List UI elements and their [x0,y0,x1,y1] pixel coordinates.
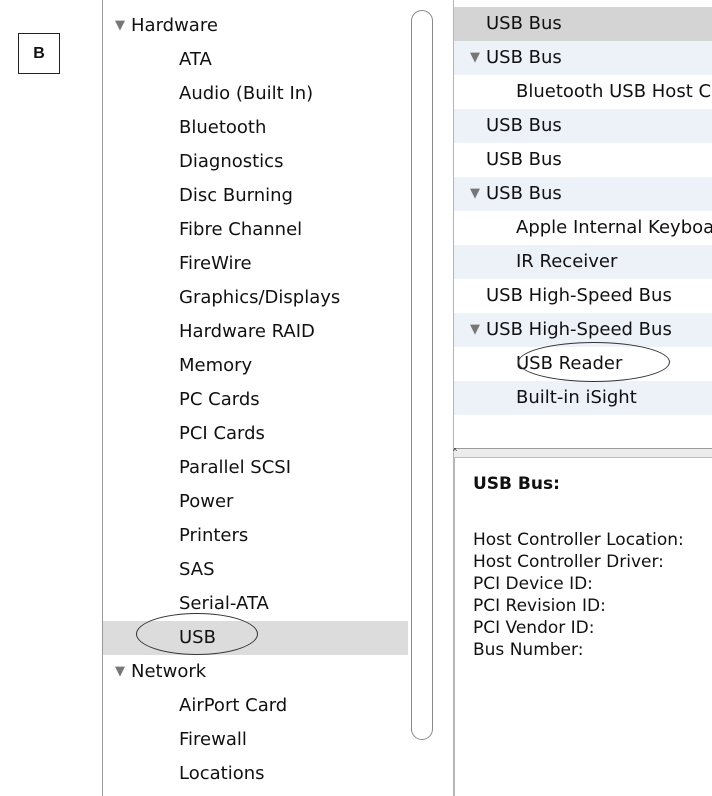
sidebar-section[interactable]: ▼ Hardware [103,9,408,43]
device-label: Built-in iSight [516,387,637,408]
sidebar-item-label: Audio (Built In) [179,83,314,104]
sidebar-item[interactable]: Printers [103,519,408,553]
sidebar-item[interactable]: Graphics/Displays [103,281,408,315]
sidebar-item-label: Hardware [131,15,218,36]
device-row[interactable]: USB Bus [454,7,712,41]
sidebar-item[interactable]: Diagnostics [103,145,408,179]
figure-label: B [18,33,60,74]
sidebar-item[interactable]: Modems [103,791,408,796]
device-label: USB Bus [486,13,562,34]
pane-splitter[interactable]: ˄ [452,447,712,461]
sidebar-item[interactable]: Bluetooth [103,111,408,145]
sidebar-item-label: Modems [179,791,255,796]
sidebar-item-label: ATA [179,49,212,70]
sidebar-item-label: AirPort Card [179,695,288,716]
sidebar-item-label: Bluetooth [179,117,267,138]
sidebar-item[interactable]: PCI Cards [103,417,408,451]
device-row[interactable]: ▼ USB High-Speed Bus [454,313,712,347]
detail-pane: USB Bus: Host Controller Location: Host C… [454,458,712,796]
detail-field-label: Bus Number: [473,640,584,660]
device-row[interactable]: Apple Internal Keyboard / Trackpad [454,211,712,245]
sidebar-item-label: USB [179,627,216,648]
disclosure-triangle-icon[interactable]: ▼ [470,41,486,75]
detail-field-label: PCI Revision ID: [473,596,606,616]
sidebar-item-label: Hardware RAID [179,321,315,342]
device-label: USB Bus [486,115,562,136]
device-row[interactable]: Bluetooth USB Host Controller [454,75,712,109]
device-label: USB Bus [486,149,562,170]
contents-sidebar: ModemsLocationsFirewallAirPort Card▼Netw… [103,0,454,796]
sidebar-scroll-thumb[interactable] [411,10,433,740]
device-row[interactable]: ▼ USB Bus [454,41,712,75]
detail-field-label: PCI Vendor ID: [473,618,595,638]
device-label: USB Bus [486,183,562,204]
sidebar-item[interactable]: Fibre Channel [103,213,408,247]
sidebar-item[interactable]: SAS [103,553,408,587]
disclosure-triangle-icon[interactable]: ▼ [470,177,486,211]
device-row[interactable]: USB Bus [454,143,712,177]
sidebar-item[interactable]: Serial-ATA [103,587,408,621]
sidebar-item-label: Memory [179,355,253,376]
sidebar-item[interactable]: FireWire [103,247,408,281]
sidebar-item-label: Locations [179,763,265,784]
sidebar-item-label: Graphics/Displays [179,287,341,308]
system-profiler-window: ModemsLocationsFirewallAirPort Card▼Netw… [102,0,712,796]
sidebar-item-label: Diagnostics [179,151,284,172]
sidebar-item-label: Firewall [179,729,247,750]
detail-title: USB Bus: [473,474,560,494]
sidebar-item[interactable]: ATA [103,43,408,77]
sidebar-item[interactable]: Locations [103,757,408,791]
sidebar-item-label: Serial-ATA [179,593,269,614]
sidebar-item-label: Network [131,661,207,682]
sidebar-item-label: Power [179,491,234,512]
device-label: Bluetooth USB Host Controller [516,81,712,102]
device-list-pane: USB Bus▼USB BusBluetooth USB Host Contro… [454,0,712,449]
device-label: IR Receiver [516,251,618,272]
sidebar-item-label: SAS [179,559,215,580]
sidebar-item[interactable]: Firewall [103,723,408,757]
disclosure-triangle-icon[interactable]: ▼ [115,9,131,43]
sidebar-item-label: PCI Cards [179,423,265,444]
device-row[interactable]: Built-in iSight [454,381,712,415]
device-label: USB Bus [486,47,562,68]
sidebar-item[interactable]: PC Cards [103,383,408,417]
device-row[interactable]: ▼ USB Bus [454,177,712,211]
device-row[interactable]: USB Reader [454,347,712,381]
sidebar-item[interactable]: USB [103,621,408,655]
sidebar-item-label: Disc Burning [179,185,293,206]
sidebar-item-label: Parallel SCSI [179,457,292,478]
sidebar-section[interactable]: ▼ Network [103,655,408,689]
device-row[interactable]: USB Bus [454,109,712,143]
sidebar-item-label: PC Cards [179,389,260,410]
disclosure-triangle-icon[interactable]: ▼ [470,313,486,347]
sidebar-item-label: Fibre Channel [179,219,303,240]
sidebar-scrollbar[interactable] [411,0,433,796]
sidebar-item[interactable]: Memory [103,349,408,383]
disclosure-triangle-icon[interactable]: ▼ [115,655,131,689]
sidebar-item[interactable]: Parallel SCSI [103,451,408,485]
detail-field-label: PCI Device ID: [473,574,593,594]
empty-row [454,415,712,448]
detail-field-label: Host Controller Location: [473,530,684,550]
device-label: Apple Internal Keyboard / Trackpad [516,217,712,238]
sidebar-item[interactable]: Disc Burning [103,179,408,213]
device-row[interactable]: IR Receiver [454,245,712,279]
sidebar-item-label: FireWire [179,253,252,274]
device-label: USB Reader [516,353,623,374]
sidebar-item-label: Printers [179,525,249,546]
sidebar-item[interactable]: Hardware RAID [103,315,408,349]
device-label: USB High-Speed Bus [486,319,672,340]
detail-field-label: Host Controller Driver: [473,552,664,572]
sidebar-item[interactable]: AirPort Card [103,689,408,723]
device-label: USB High-Speed Bus [486,285,672,306]
device-row[interactable]: USB High-Speed Bus [454,279,712,313]
sidebar-item[interactable]: Audio (Built In) [103,77,408,111]
sidebar-item[interactable]: Power [103,485,408,519]
